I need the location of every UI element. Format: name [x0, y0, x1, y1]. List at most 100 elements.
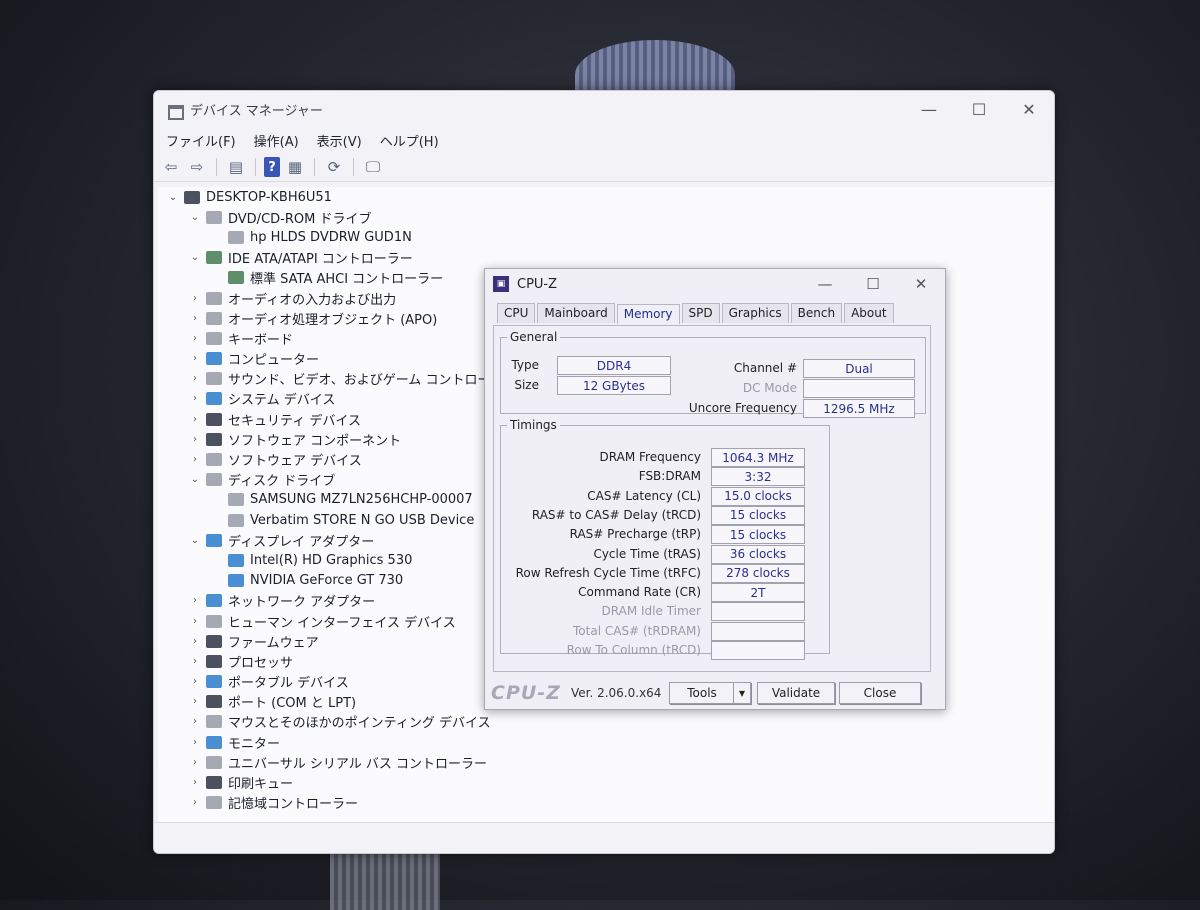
chevron-down-icon[interactable]: ⌄ [188, 535, 202, 546]
tools-dropdown-arrow-icon[interactable]: ▾ [733, 682, 751, 704]
cpuz-minimize-button[interactable]: — [801, 275, 849, 293]
tab-about[interactable]: About [844, 303, 894, 323]
cpuz-logo-icon: ▣ [493, 276, 509, 292]
menu-file[interactable]: ファイル(F) [166, 131, 236, 150]
tree-item-label: コンピューター [228, 353, 320, 369]
tree-item-label: Verbatim STORE N GO USB Device [250, 512, 475, 528]
timing-value: 15.0 clocks [711, 486, 805, 506]
chevron-down-icon[interactable]: ⌄ [188, 212, 202, 223]
toolbar-separator [353, 158, 354, 176]
tree-category[interactable]: › マウスとそのほかのポインティング デバイス [158, 712, 1054, 732]
timing-value: 278 clocks [711, 563, 805, 583]
close-dialog-button[interactable]: Close [839, 682, 921, 704]
tab-graphics[interactable]: Graphics [721, 303, 789, 323]
folder-icon [206, 392, 222, 406]
chevron-right-icon[interactable]: › [188, 636, 202, 647]
tree-category[interactable]: › 印刷キュー [158, 772, 1054, 792]
menu-action[interactable]: 操作(A) [254, 131, 299, 150]
tree-item-label: DVD/CD-ROM ドライブ [228, 211, 372, 227]
forward-arrow-icon[interactable]: ⇨ [186, 157, 208, 177]
tree-item-label: オーディオ処理オブジェクト (APO) [228, 312, 438, 328]
help-icon[interactable]: ? [264, 157, 280, 177]
tree-item-label: NVIDIA GeForce GT 730 [250, 573, 404, 589]
chevron-right-icon[interactable]: › [188, 454, 202, 465]
tree-item-label: サウンド、ビデオ、およびゲーム コントローラー [228, 373, 517, 389]
view-list-icon[interactable]: ▦ [284, 157, 306, 177]
chevron-right-icon[interactable]: › [188, 676, 202, 687]
chevron-right-icon[interactable]: › [188, 616, 202, 627]
timing-value: 1064.3 MHz [711, 448, 805, 467]
maximize-button[interactable]: ☐ [954, 100, 1004, 119]
tree-category[interactable]: ⌄ IDE ATA/ATAPI コントローラー [158, 248, 1054, 268]
menu-bar: ファイル(F) 操作(A) 表示(V) ヘルプ(H) [154, 127, 1054, 153]
tree-item-label: ポート (COM と LPT) [228, 696, 357, 712]
usb-icon [206, 755, 222, 769]
chevron-right-icon[interactable]: › [188, 393, 202, 404]
close-button[interactable]: ✕ [1004, 100, 1054, 119]
general-legend: General [510, 330, 558, 344]
tree-category[interactable]: ⌄ DVD/CD-ROM ドライブ [158, 207, 1054, 227]
disk-icon [228, 493, 244, 507]
menu-help[interactable]: ヘルプ(H) [380, 131, 439, 150]
properties-icon[interactable]: ▤ [225, 157, 247, 177]
size-label: Size [514, 378, 539, 392]
tree-category[interactable]: › モニター [158, 732, 1054, 752]
type-label: Type [511, 358, 539, 372]
dvd-drive-icon [206, 210, 222, 224]
chevron-down-icon[interactable]: ⌄ [188, 252, 202, 263]
chevron-right-icon[interactable]: › [188, 696, 202, 707]
chevron-right-icon[interactable]: › [188, 737, 202, 748]
tree-category[interactable]: › 記憶域コントローラー [158, 793, 1054, 813]
back-arrow-icon[interactable]: ⇦ [160, 157, 182, 177]
validate-button[interactable]: Validate [757, 682, 835, 704]
tab-memory[interactable]: Memory [616, 304, 680, 324]
cpuz-title: CPU-Z [517, 276, 558, 292]
chevron-right-icon[interactable]: › [188, 434, 202, 445]
toolbar: ⇦ ⇨ ▤ ? ▦ ⟳ 🖵 [154, 153, 1054, 182]
timing-value [711, 602, 805, 622]
chevron-down-icon[interactable]: ⌄ [166, 192, 180, 203]
chevron-right-icon[interactable]: › [188, 373, 202, 384]
general-group: General Type DDR4 Size 12 GBytes Channel… [500, 330, 926, 418]
tree-item-label: ディスプレイ アダプター [228, 534, 375, 550]
chevron-down-icon[interactable]: ⌄ [188, 474, 202, 485]
tab-cpu[interactable]: CPU [497, 303, 536, 323]
timing-value: 15 clocks [711, 525, 805, 545]
tab-mainboard[interactable]: Mainboard [537, 303, 615, 323]
tree-category[interactable]: › ユニバーサル シリアル バス コントローラー [158, 752, 1054, 772]
tab-spd[interactable]: SPD [681, 303, 720, 323]
chevron-right-icon[interactable]: › [188, 656, 202, 667]
chevron-right-icon[interactable]: › [188, 353, 202, 364]
timing-label: CAS# Latency (CL) [587, 488, 701, 503]
chevron-right-icon[interactable]: › [188, 716, 202, 727]
tab-bench[interactable]: Bench [790, 303, 843, 323]
menu-view[interactable]: 表示(V) [317, 131, 362, 150]
chevron-right-icon[interactable]: › [188, 333, 202, 344]
cpuz-maximize-button[interactable]: ☐ [849, 275, 897, 293]
timing-value: 3:32 [711, 467, 805, 487]
cpuz-titlebar: ▣ CPU-Z — ☐ ✕ [485, 269, 945, 299]
tools-button[interactable]: Tools [669, 682, 735, 704]
device-icon [206, 453, 222, 467]
update-driver-icon[interactable]: ⟳ [323, 157, 345, 177]
chevron-right-icon[interactable]: › [188, 777, 202, 788]
tree-item-label: キーボード [228, 332, 294, 348]
chevron-right-icon[interactable]: › [188, 313, 202, 324]
chevron-right-icon[interactable]: › [188, 595, 202, 606]
scan-hardware-icon[interactable]: 🖵 [362, 157, 384, 177]
tree-item-label: IDE ATA/ATAPI コントローラー [228, 252, 413, 268]
toolbar-separator [216, 158, 217, 176]
tree-root[interactable]: ⌄ DESKTOP-KBH6U51 [158, 187, 1054, 207]
chevron-right-icon[interactable]: › [188, 757, 202, 768]
timing-label: FSB:DRAM [638, 469, 701, 484]
chevron-right-icon[interactable]: › [188, 414, 202, 425]
tree-item-label: DESKTOP-KBH6U51 [206, 189, 332, 205]
minimize-button[interactable]: — [904, 100, 954, 119]
speaker-icon [206, 291, 222, 305]
tree-item-label: 印刷キュー [228, 777, 294, 793]
cpuz-close-window-button[interactable]: ✕ [897, 275, 945, 293]
tree-device[interactable]: hp HLDS DVDRW GUD1N [158, 227, 1054, 247]
chevron-right-icon[interactable]: › [188, 797, 202, 808]
chevron-right-icon[interactable]: › [188, 293, 202, 304]
tree-item-label: SAMSUNG MZ7LN256HCHP-00007 [250, 492, 473, 508]
